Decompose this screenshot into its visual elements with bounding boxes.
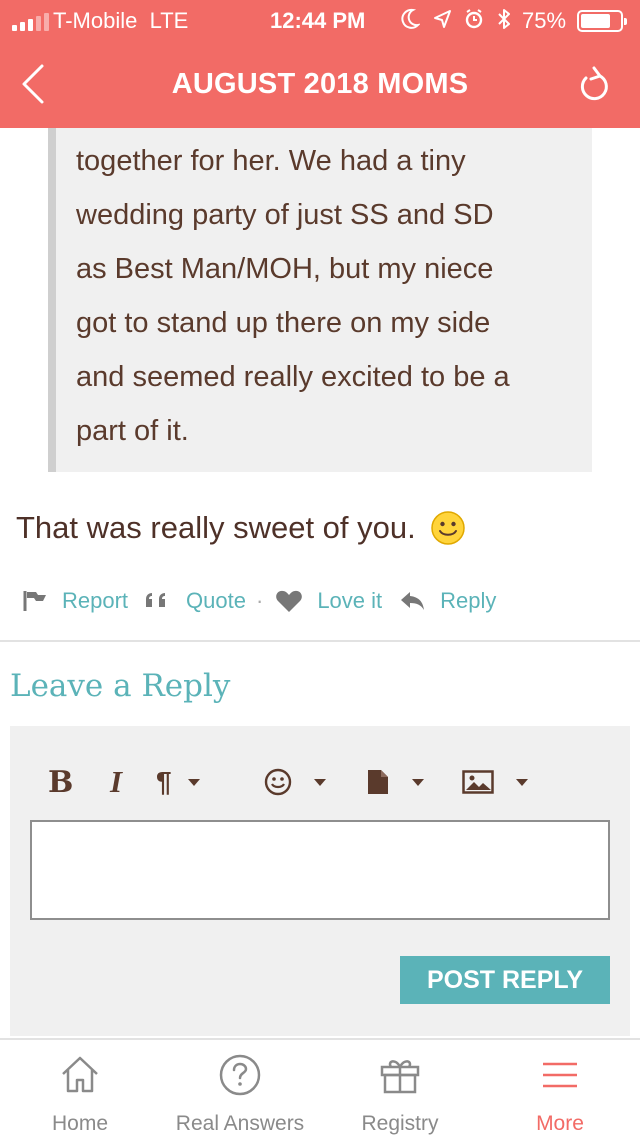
status-bar: T-Mobile LTE 12:44 PM 75% (0, 0, 640, 40)
quote-icon (146, 593, 166, 607)
quote-line: part of it. (76, 415, 189, 447)
bottom-tab-bar: Home Real Answers Registry More (0, 1038, 640, 1136)
chevron-down-icon (187, 778, 200, 786)
flag-icon (23, 591, 46, 611)
quote-text: together for her. We had a tiny wedding … (76, 134, 576, 458)
carrier-name: T-Mobile LTE (53, 8, 189, 33)
battery-icon (577, 10, 627, 32)
back-button[interactable] (16, 62, 52, 106)
moon-icon (401, 8, 420, 29)
tab-label: Registry (361, 1112, 439, 1135)
home-icon (62, 1056, 98, 1093)
post-body: That was really sweet of you. (16, 510, 466, 546)
tab-registry[interactable]: Registry (320, 1040, 480, 1136)
quote-line: as Best Man/MOH, but my niece (76, 253, 494, 285)
smiley-icon (430, 511, 465, 545)
quote-line: together for her. We had a tiny (76, 145, 466, 177)
action-separator: · (255, 588, 264, 613)
alarm-icon (465, 9, 483, 29)
quote-line: wedding party of just SS and SD (76, 199, 494, 231)
bold-button[interactable]: B (48, 764, 73, 800)
post-actions: Report Quote · Love it Reply (22, 588, 496, 614)
page-title: AUGUST 2018 MOMS (171, 68, 469, 100)
tab-label: More (536, 1112, 584, 1135)
battery-percent: 75% (522, 8, 567, 33)
location-arrow-icon (434, 10, 451, 28)
app-header: AUGUST 2018 MOMS (0, 40, 640, 128)
file-icon (368, 770, 388, 794)
quote-link[interactable]: Quote (144, 588, 246, 614)
quoted-post: together for her. We had a tiny wedding … (48, 128, 592, 472)
tab-home[interactable]: Home (0, 1040, 160, 1136)
refresh-button[interactable] (574, 64, 614, 108)
paragraph-dropdown[interactable]: ¶ (156, 764, 200, 800)
divider (0, 640, 640, 642)
emoji-dropdown[interactable] (264, 764, 326, 800)
post-text: That was really sweet of you. (16, 510, 416, 545)
tab-more[interactable]: More (480, 1040, 640, 1136)
love-it-link[interactable]: Love it (275, 588, 382, 614)
image-dropdown[interactable] (462, 764, 528, 800)
quote-line: got to stand up there on my side (76, 307, 491, 339)
chevron-down-icon (412, 778, 424, 786)
reply-text-area[interactable] (30, 820, 610, 920)
network-type: LTE (149, 8, 189, 33)
refresh-icon (580, 66, 608, 101)
leave-reply-heading: Leave a Reply (10, 668, 231, 704)
heart-icon (276, 590, 303, 612)
reply-editor: B I ¶ POST REPLY (10, 726, 630, 1036)
reply-arrow-icon (401, 592, 425, 610)
tab-label: Real Answers (175, 1112, 305, 1135)
signal-strength-icon (12, 13, 49, 31)
post-reply-button[interactable]: POST REPLY (400, 956, 610, 1004)
chevron-left-icon (22, 64, 44, 104)
file-dropdown[interactable] (366, 764, 424, 800)
paragraph-icon: ¶ (156, 766, 172, 797)
emoji-icon (264, 768, 292, 796)
bluetooth-icon (498, 9, 510, 29)
chevron-down-icon (516, 778, 528, 786)
status-time: 12:44 PM (270, 8, 366, 33)
image-icon (462, 770, 494, 794)
reply-link[interactable]: Reply (400, 588, 496, 614)
gift-icon (380, 1060, 420, 1094)
tab-label: Home (51, 1112, 109, 1135)
tab-real-answers[interactable]: Real Answers (160, 1040, 320, 1136)
report-link[interactable]: Report (22, 588, 128, 614)
menu-icon (543, 1062, 577, 1088)
chevron-down-icon (314, 778, 326, 786)
question-circle-icon (219, 1054, 261, 1096)
italic-button[interactable]: I (110, 764, 122, 800)
quote-line: and seemed really excited to be a (76, 361, 510, 393)
